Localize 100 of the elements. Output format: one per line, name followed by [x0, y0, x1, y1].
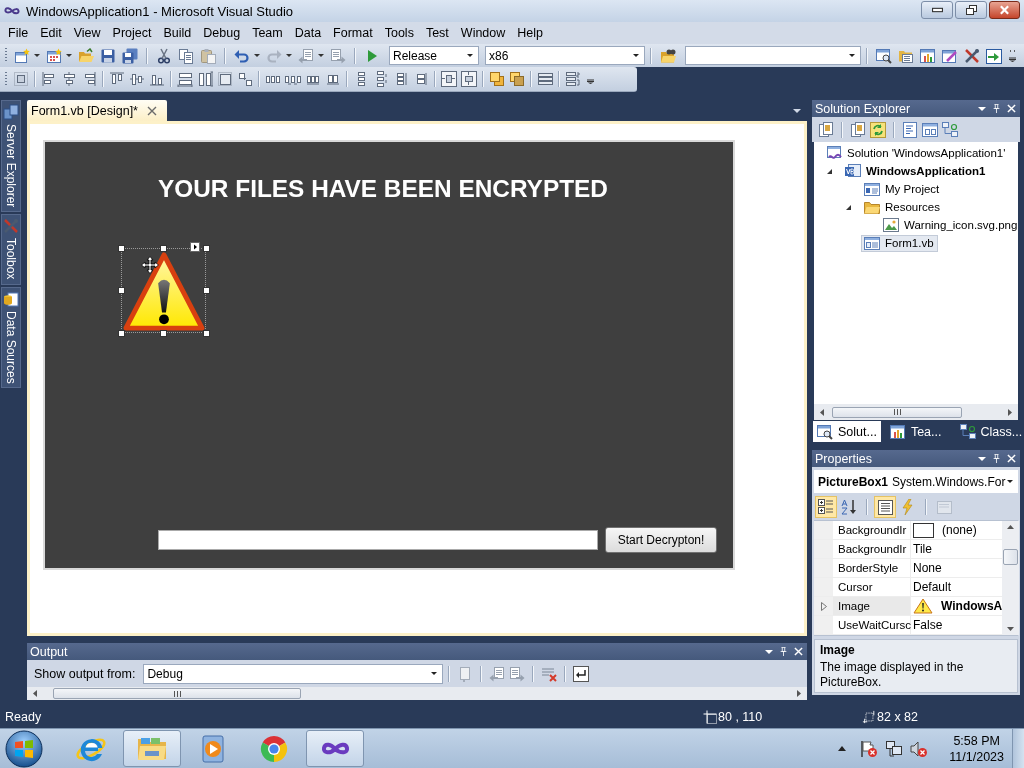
scrollbar-thumb[interactable] [53, 688, 301, 699]
scroll-right-icon[interactable] [797, 690, 801, 697]
same-width-icon[interactable] [177, 71, 193, 87]
output-source-dropdown[interactable]: Debug [143, 663, 444, 684]
page-forward-icon[interactable] [509, 665, 526, 682]
pages-icon[interactable] [850, 121, 866, 138]
close-button[interactable] [989, 1, 1020, 19]
caret-down-icon[interactable] [286, 54, 292, 57]
window-chart-icon[interactable] [920, 47, 936, 64]
bring-to-front-icon[interactable] [489, 71, 505, 87]
resize-handle[interactable] [202, 329, 210, 337]
horizontal-scrollbar[interactable] [814, 404, 1018, 420]
close-icon[interactable] [147, 105, 157, 116]
property-value[interactable]: None [911, 559, 1003, 577]
scroll-left-icon[interactable] [820, 408, 824, 416]
panel-tab[interactable]: Solut... [813, 421, 881, 442]
platform-dropdown[interactable]: x86 [485, 46, 645, 65]
taskbar-button[interactable] [123, 730, 181, 767]
caret-down-icon[interactable] [66, 54, 72, 57]
stacked-pages-icon[interactable] [818, 121, 834, 138]
resize-handle[interactable] [159, 244, 167, 252]
window-star-icon[interactable] [14, 47, 30, 64]
side-tab[interactable]: Server Explorer [1, 100, 21, 213]
menu-item[interactable]: Team [246, 26, 289, 40]
scrollbar-thumb[interactable] [1003, 549, 1019, 565]
lines-x-icon[interactable] [541, 665, 558, 682]
pin-icon[interactable] [779, 647, 788, 656]
save-icon[interactable] [100, 47, 116, 64]
same-height-icon[interactable] [197, 71, 213, 87]
property-name[interactable]: Image [833, 597, 911, 615]
speaker-with-x-icon[interactable] [910, 739, 929, 758]
expand-triangle-icon[interactable] [820, 601, 827, 611]
crossed-tools-icon[interactable] [964, 47, 980, 64]
property-value[interactable]: Tile [911, 540, 1003, 558]
flag-with-x-icon[interactable] [860, 739, 879, 758]
start-decryption-button[interactable]: Start Decrypton! [605, 527, 717, 553]
pin-icon[interactable] [992, 454, 1001, 463]
menu-item[interactable]: Debug [197, 26, 247, 40]
refresh-icon[interactable] [870, 121, 886, 138]
same-size-icon[interactable] [237, 71, 253, 87]
property-value[interactable]: Default [911, 578, 1003, 596]
resize-handle[interactable] [117, 244, 125, 252]
scroll-up-icon[interactable] [1007, 525, 1015, 529]
property-value[interactable]: WindowsA [911, 597, 1003, 615]
align-top-icon[interactable] [109, 71, 125, 87]
resize-handle[interactable] [117, 329, 125, 337]
find-field[interactable] [685, 46, 861, 65]
property-name[interactable]: UseWaitCursc [833, 616, 911, 634]
caret-down-icon[interactable] [978, 106, 986, 111]
menu-item[interactable]: Format [327, 26, 379, 40]
menu-item[interactable]: Tools [378, 26, 420, 40]
clipboard-icon[interactable] [200, 47, 216, 64]
menu-item[interactable]: Data [288, 26, 328, 40]
menu-item[interactable]: Test [419, 26, 455, 40]
caret-up-icon[interactable] [838, 746, 847, 751]
page-forward-icon[interactable] [330, 47, 346, 64]
categorized-button[interactable] [815, 495, 837, 518]
scroll-right-icon[interactable] [1008, 408, 1012, 416]
caret-down-icon[interactable] [765, 649, 773, 654]
expanded-triangle-icon[interactable] [845, 203, 852, 211]
tree-item[interactable]: Solution 'WindowsApplication1' [823, 144, 1010, 162]
resize-handle[interactable] [117, 286, 125, 294]
panel-tab[interactable]: Class... [955, 421, 1024, 442]
window-pencil-icon[interactable] [942, 47, 958, 64]
resize-handle[interactable] [202, 286, 210, 294]
property-value[interactable]: False [911, 616, 1003, 634]
property-name[interactable]: BorderStyle [833, 559, 911, 577]
rows-icon[interactable] [537, 71, 553, 87]
configuration-dropdown[interactable]: Release [389, 46, 479, 65]
code-page-icon[interactable] [902, 121, 918, 138]
caret-down-icon[interactable] [254, 54, 260, 57]
overflow-icon[interactable] [1009, 49, 1016, 62]
center-horizontally-icon[interactable] [441, 71, 457, 87]
save-all-icon[interactable] [122, 47, 138, 64]
minimize-button[interactable] [921, 1, 953, 19]
menu-item[interactable]: Help [511, 26, 549, 40]
panel-tab[interactable]: Tea... [885, 421, 946, 442]
tree-item[interactable]: Form1.vb [861, 234, 938, 252]
numbered-rows-icon[interactable] [565, 71, 581, 87]
open-folder-icon[interactable] [78, 47, 94, 64]
send-to-back-icon[interactable] [509, 71, 525, 87]
grid-window-icon[interactable] [46, 47, 62, 64]
align-middle-icon[interactable] [129, 71, 145, 87]
folder-binoculars-icon[interactable] [660, 47, 676, 64]
menu-item[interactable]: Edit [34, 26, 68, 40]
tree-item[interactable]: Warning_icon.svg.png [880, 216, 1022, 234]
expanded-triangle-icon[interactable] [826, 167, 833, 175]
vertical-scrollbar[interactable] [1002, 521, 1020, 635]
window-magnifier-icon[interactable] [876, 47, 892, 64]
menu-item[interactable]: Build [157, 26, 198, 40]
property-name[interactable]: Cursor [833, 578, 911, 596]
menu-item[interactable]: View [67, 26, 107, 40]
property-name[interactable]: BackgroundIr [833, 521, 911, 539]
tree-item[interactable]: WindowsApplication1 [842, 162, 990, 180]
horizontal-scrollbar[interactable] [27, 687, 807, 700]
size-to-grid-icon[interactable] [217, 71, 233, 87]
tree-item[interactable]: My Project [861, 180, 944, 198]
smart-tag-icon[interactable] [190, 242, 200, 252]
copy-icon[interactable] [178, 47, 194, 64]
center-vertically-icon[interactable] [461, 71, 477, 87]
